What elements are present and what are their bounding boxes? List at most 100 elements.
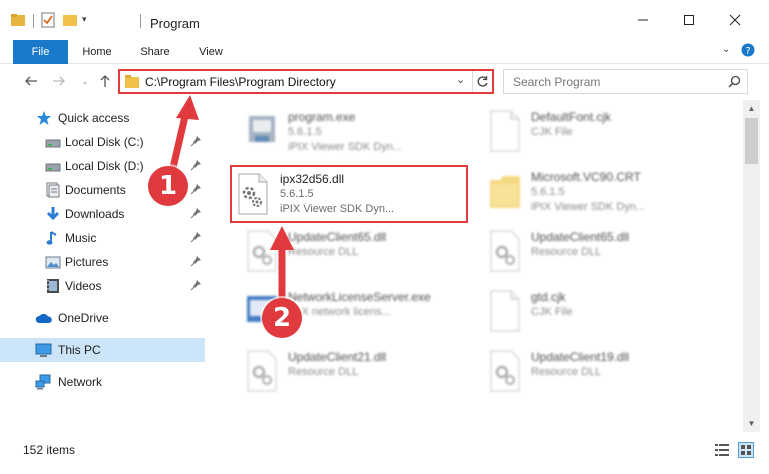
- sidebar-item-label: Network: [58, 375, 103, 389]
- title-separator: [33, 14, 34, 28]
- search-icon[interactable]: [728, 75, 741, 91]
- close-icon: [729, 14, 741, 26]
- back-arrow-icon: [25, 76, 37, 86]
- search-box[interactable]: Search Program: [503, 69, 748, 94]
- sidebar-item-music[interactable]: Music: [0, 226, 205, 250]
- details-view-icon[interactable]: [714, 442, 730, 458]
- file-item[interactable]: UpdateClient21.dll Resource DLL: [220, 344, 456, 404]
- file-name: DefaultFont.cjk: [531, 110, 612, 124]
- file-version: 5.6.1.5: [280, 188, 314, 200]
- pin-icon[interactable]: [190, 159, 202, 174]
- file-type: CJK File: [531, 126, 573, 138]
- sidebar-item-label: OneDrive: [58, 311, 109, 325]
- sidebar-item-label: Local Disk (C:): [65, 135, 144, 149]
- maximize-button[interactable]: [666, 0, 712, 40]
- maximize-icon: [684, 15, 694, 25]
- pin-icon[interactable]: [190, 135, 202, 150]
- file-item[interactable]: NetworkLicenseServer.exe IPIX network li…: [220, 284, 456, 344]
- minimize-button[interactable]: [620, 0, 666, 40]
- file-description: iPIX Viewer SDK Dyn...: [280, 203, 395, 215]
- sidebar-item-label: Music: [65, 231, 97, 245]
- file-icon: [488, 290, 522, 332]
- sidebar-item-label: Documents: [65, 183, 126, 197]
- tab-share[interactable]: Share: [135, 40, 175, 64]
- file-item[interactable]: program.exe 5.6.1.5 iPIX Viewer SDK Dyn.…: [220, 104, 456, 164]
- tab-home[interactable]: Home: [78, 40, 116, 64]
- customize-quick-access-icon[interactable]: ▾: [82, 14, 87, 25]
- pictures-icon: [45, 254, 61, 270]
- pin-icon[interactable]: [190, 231, 202, 246]
- exe-icon: [245, 110, 279, 152]
- address-path[interactable]: C:\Program Files\Program Directory: [145, 75, 336, 89]
- scroll-up-button[interactable]: ▲: [743, 100, 760, 117]
- svg-text:?: ?: [745, 46, 750, 57]
- dll-gear-icon: [236, 173, 270, 218]
- ribbon: File Home Share View ⌄ ?: [0, 40, 769, 64]
- file-item[interactable]: UpdateClient65.dll Resource DLL: [220, 224, 456, 284]
- step-1-badge: 1: [148, 166, 188, 206]
- file-type: CJK File: [531, 306, 573, 318]
- folder-icon: [125, 75, 139, 91]
- file-name: UpdateClient21.dll: [288, 350, 387, 364]
- vertical-scrollbar[interactable]: ▲ ▼: [743, 100, 760, 432]
- sidebar-item-local-disk-c[interactable]: Local Disk (C:): [0, 130, 205, 154]
- file-type: Resource DLL: [288, 366, 359, 378]
- file-description: iPIX Viewer SDK Dyn...: [288, 141, 403, 153]
- file-item[interactable]: DefaultFont.cjk CJK File: [463, 104, 699, 164]
- file-item[interactable]: UpdateClient19.dll Resource DLL: [463, 344, 699, 404]
- forward-button[interactable]: [50, 72, 68, 90]
- scroll-thumb[interactable]: [745, 118, 758, 164]
- dll-icon: [245, 230, 279, 272]
- dll-icon: [245, 350, 279, 392]
- navigation-pane: Quick access Local Disk (C:) Local Disk …: [0, 100, 210, 432]
- chevron-down-icon[interactable]: ⌄: [722, 44, 730, 55]
- folder-icon: [488, 170, 522, 212]
- file-name: UpdateClient19.dll: [531, 350, 630, 364]
- back-button[interactable]: [22, 72, 40, 90]
- file-item[interactable]: UpdateClient65.dll Resource DLL: [463, 224, 699, 284]
- network-icon: [35, 374, 51, 390]
- tab-file[interactable]: File: [13, 40, 68, 64]
- sidebar-item-pictures[interactable]: Pictures: [0, 250, 205, 274]
- star-icon: [36, 110, 52, 126]
- pin-icon[interactable]: [190, 255, 202, 270]
- chevron-down-icon[interactable]: ⌄: [456, 73, 465, 86]
- tab-view[interactable]: View: [194, 40, 228, 64]
- search-input[interactable]: Search Program: [513, 75, 600, 89]
- highlighted-file-item[interactable]: ipx32d56.dll 5.6.1.5 iPIX Viewer SDK Dyn…: [230, 165, 468, 223]
- large-icons-view-icon[interactable]: [738, 442, 754, 458]
- sidebar-item-quick-access[interactable]: Quick access: [0, 106, 205, 130]
- sidebar-item-onedrive[interactable]: OneDrive: [0, 306, 205, 330]
- properties-icon[interactable]: [40, 12, 56, 31]
- file-item[interactable]: Microsoft.VC90.CRT 5.6.1.5 iPIX Viewer S…: [463, 164, 699, 224]
- file-name: UpdateClient65.dll: [531, 230, 630, 244]
- address-bar[interactable]: C:\Program Files\Program Directory ⌄: [118, 69, 494, 94]
- file-name: Microsoft.VC90.CRT: [531, 170, 641, 184]
- pin-icon[interactable]: [190, 183, 202, 198]
- onedrive-icon: [35, 310, 52, 326]
- pc-icon: [35, 342, 52, 358]
- refresh-button[interactable]: [472, 71, 492, 92]
- music-icon: [45, 230, 61, 246]
- dll-icon: [488, 350, 522, 392]
- pin-icon[interactable]: [190, 207, 202, 222]
- help-icon[interactable]: ?: [741, 43, 755, 60]
- sidebar-item-this-pc[interactable]: This PC: [0, 338, 205, 362]
- sidebar-item-downloads[interactable]: Downloads: [0, 202, 205, 226]
- documents-icon: [45, 182, 61, 198]
- navigation-bar: ⌄ C:\Program Files\Program Directory ⌄ S…: [0, 64, 769, 100]
- forward-arrow-icon: [53, 76, 65, 86]
- sidebar-item-videos[interactable]: Videos: [0, 274, 205, 298]
- new-folder-icon[interactable]: [62, 12, 78, 31]
- sidebar-item-network[interactable]: Network: [0, 370, 205, 394]
- folder-icon[interactable]: [10, 12, 26, 31]
- file-item[interactable]: gtd.cjk CJK File: [463, 284, 699, 344]
- pin-icon[interactable]: [190, 279, 202, 294]
- up-button[interactable]: [96, 72, 114, 90]
- sidebar-item-label: Videos: [65, 279, 102, 293]
- file-name: UpdateClient65.dll: [288, 230, 387, 244]
- minimize-icon: [638, 19, 648, 21]
- scroll-down-button[interactable]: ▼: [743, 415, 760, 432]
- recent-locations-icon[interactable]: ⌄: [76, 72, 94, 90]
- close-button[interactable]: [712, 0, 758, 40]
